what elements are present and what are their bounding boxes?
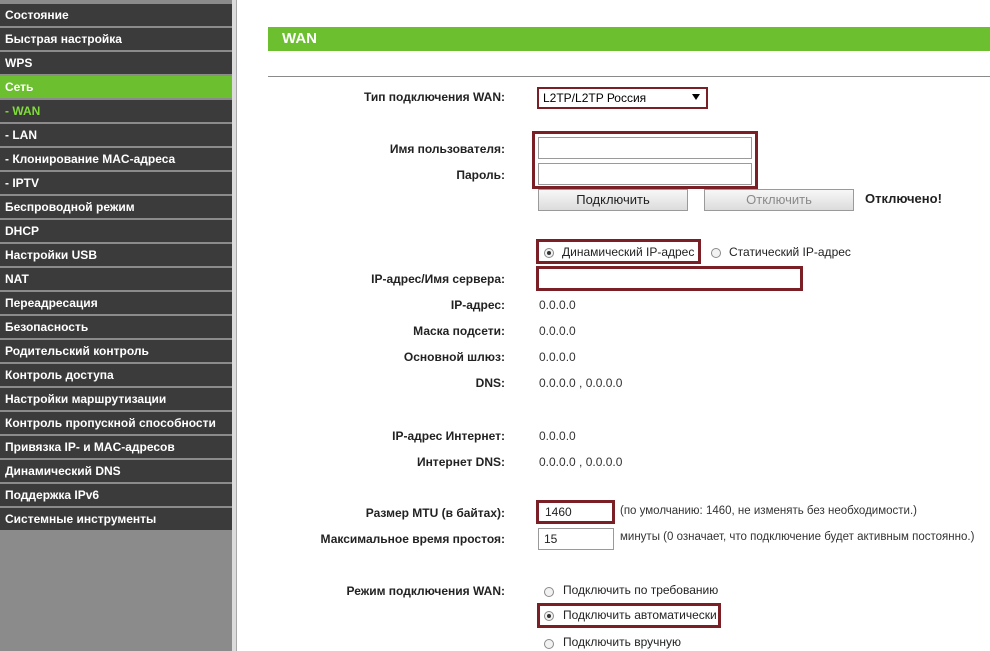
dns-value: 0.0.0.0 , 0.0.0.0	[539, 376, 623, 390]
disconnect-button[interactable]: Отключить	[704, 189, 854, 211]
dns-label: DNS:	[475, 376, 505, 390]
sidebar-item-dhcp[interactable]: DHCP	[0, 220, 232, 242]
sidebar-item-parental-control[interactable]: Родительский контроль	[0, 340, 232, 362]
sidebar-item-lan[interactable]: - LAN	[0, 124, 232, 146]
static-ip-label: Статический IP-адрес	[729, 245, 851, 259]
connect-button[interactable]: Подключить	[538, 189, 688, 211]
mode-manual-label: Подключить вручную	[563, 635, 681, 649]
sidebar-item-nat[interactable]: NAT	[0, 268, 232, 290]
inet-ip-label: IP-адрес Интернет:	[392, 429, 505, 443]
gateway-label: Основной шлюз:	[403, 350, 505, 364]
mode-label: Режим подключения WAN:	[346, 584, 505, 598]
conn-type-label: Тип подключения WAN:	[363, 90, 505, 104]
inet-ip-value: 0.0.0.0	[539, 429, 576, 443]
mtu-input[interactable]	[540, 503, 611, 521]
sidebar-item-system-tools[interactable]: Системные инструменты	[0, 508, 232, 530]
inet-dns-label: Интернет DNS:	[416, 455, 505, 469]
mtu-label: Размер MTU (в байтах):	[365, 506, 505, 520]
sidebar-item-security[interactable]: Безопасность	[0, 316, 232, 338]
mode-auto-radio[interactable]	[544, 611, 554, 621]
sidebar-divider-line	[236, 0, 237, 651]
mode-on-demand-radio[interactable]	[544, 587, 554, 597]
sidebar-item-ip-mac-binding[interactable]: Привязка IP- и MAC-адресов	[0, 436, 232, 458]
mtu-note: (по умолчанию: 1460, не изменять без нео…	[620, 505, 917, 517]
sidebar-item-routing[interactable]: Настройки маршрутизации	[0, 388, 232, 410]
password-label: Пароль:	[456, 168, 505, 182]
dynamic-ip-radio[interactable]	[544, 248, 554, 258]
conn-type-value: L2TP/L2TP Россия	[543, 91, 647, 105]
page-title: WAN	[282, 30, 317, 47]
sidebar-item-usb[interactable]: Настройки USB	[0, 244, 232, 266]
sidebar-item-forwarding[interactable]: Переадресация	[0, 292, 232, 314]
sidebar-item-wps[interactable]: WPS	[0, 52, 232, 74]
sidebar-item-quick-setup[interactable]: Быстрая настройка	[0, 28, 232, 50]
conn-type-select[interactable]: L2TP/L2TP Россия	[537, 87, 708, 109]
gateway-value: 0.0.0.0	[539, 350, 576, 364]
sidebar-item-bandwidth[interactable]: Контроль пропускной способности	[0, 412, 232, 434]
idle-label: Максимальное время простоя:	[320, 532, 505, 546]
chevron-down-icon	[692, 94, 700, 100]
password-input[interactable]	[538, 163, 752, 185]
ip-label: IP-адрес:	[450, 298, 505, 312]
server-label: IP-адрес/Имя сервера:	[371, 272, 505, 286]
sidebar: Состояние Быстрая настройка WPS Сеть - W…	[0, 0, 232, 651]
sidebar-item-mac-clone[interactable]: - Клонирование MAC-адреса	[0, 148, 232, 170]
username-label: Имя пользователя:	[389, 142, 505, 156]
mode-on-demand-label: Подключить по требованию	[563, 583, 719, 597]
inet-dns-value: 0.0.0.0 , 0.0.0.0	[539, 455, 623, 469]
connection-status: Отключено!	[865, 191, 942, 206]
mask-value: 0.0.0.0	[539, 324, 576, 338]
mask-label: Маска подсети:	[413, 324, 505, 338]
header-divider	[268, 76, 990, 77]
sidebar-item-network[interactable]: Сеть	[0, 76, 232, 98]
ip-value: 0.0.0.0	[539, 298, 576, 312]
mode-manual-radio[interactable]	[544, 639, 554, 649]
sidebar-item-wan[interactable]: - WAN	[0, 100, 232, 122]
username-input[interactable]	[538, 137, 752, 159]
sidebar-item-status[interactable]: Состояние	[0, 4, 232, 26]
sidebar-item-wireless[interactable]: Беспроводной режим	[0, 196, 232, 218]
idle-note: минуты (0 означает, что подключение буде…	[620, 531, 975, 543]
page-header: WAN	[268, 27, 990, 51]
static-ip-radio[interactable]	[711, 248, 721, 258]
mode-auto-label: Подключить автоматически	[563, 608, 717, 622]
sidebar-item-ddns[interactable]: Динамический DNS	[0, 460, 232, 482]
server-input[interactable]	[540, 269, 799, 288]
sidebar-item-ipv6[interactable]: Поддержка IPv6	[0, 484, 232, 506]
sidebar-item-access-control[interactable]: Контроль доступа	[0, 364, 232, 386]
sidebar-item-iptv[interactable]: - IPTV	[0, 172, 232, 194]
idle-input[interactable]	[538, 528, 614, 550]
dynamic-ip-label: Динамический IP-адрес	[562, 245, 695, 259]
